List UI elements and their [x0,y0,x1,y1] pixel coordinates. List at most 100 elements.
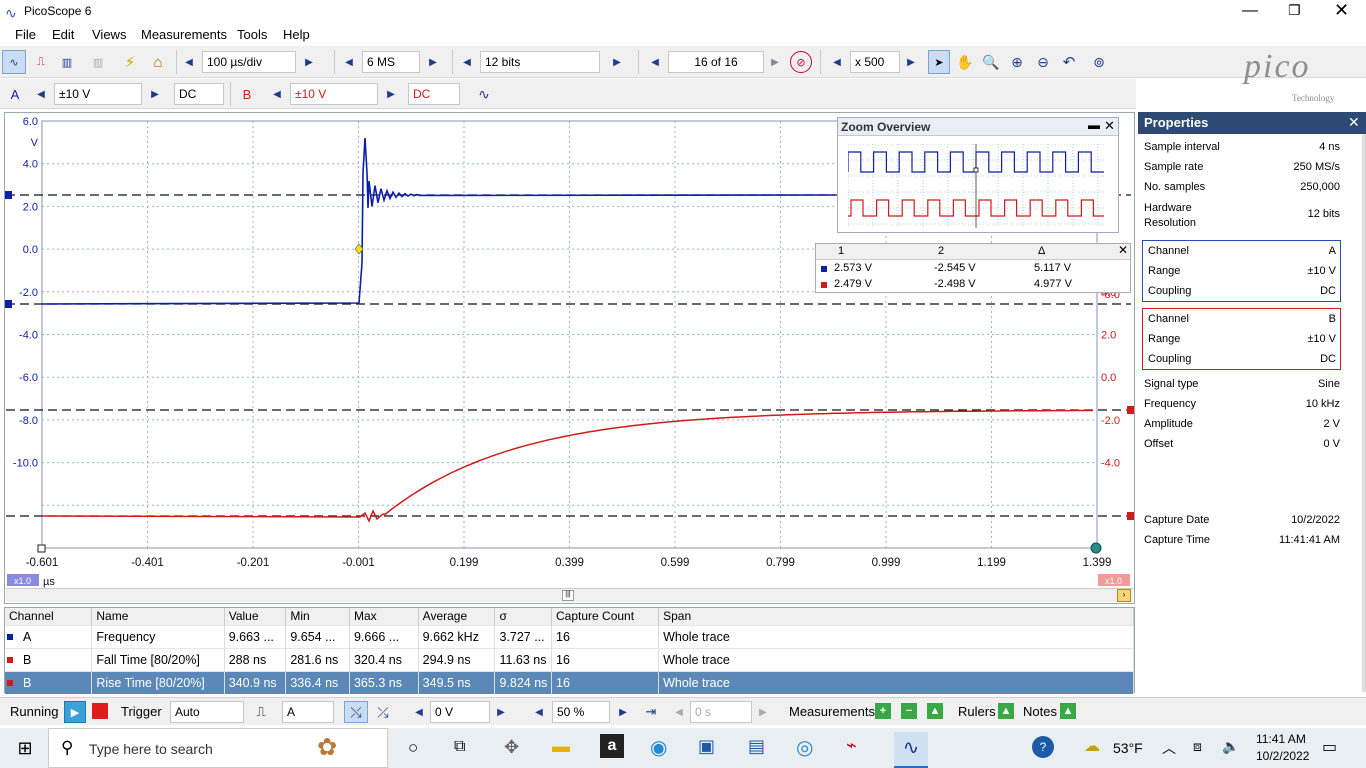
range-a-prev-arrow[interactable]: ◀ [32,83,50,105]
pretrigger-prev-arrow[interactable]: ◀ [530,701,548,723]
compass-icon[interactable]: ⊘ [790,51,812,73]
column-header[interactable]: Average [418,608,496,625]
table-row[interactable]: B Fall Time [80/20%] 288 ns 281.6 ns 320.4 n… [5,647,1134,671]
edit-measurement-button[interactable]: ▲ [927,703,943,719]
scope-view[interactable]: 6.04.02.00.0-2.0-4.0-6.0-8.0-10.0V-8.06.… [4,112,1135,604]
column-header[interactable]: σ [494,608,553,625]
range-a-select[interactable]: ±10 V [54,83,142,105]
range-b-prev-arrow[interactable]: ◀ [268,83,286,105]
samples-select[interactable]: 6 MS [362,51,420,73]
level-next-arrow[interactable]: ▶ [492,701,510,723]
table-row[interactable]: B Rise Time [80/20%] 340.9 ns 336.4 ns 365.3… [5,670,1134,694]
buffer-indicator[interactable]: 16 of 16 [668,51,764,73]
range-a-next-arrow[interactable]: ▶ [146,83,164,105]
notifications-icon[interactable]: ▭ [1322,737,1337,757]
timebase-next-arrow[interactable]: ▶ [300,51,318,73]
zoom-next-arrow[interactable]: ▶ [902,51,920,73]
stop-button[interactable] [92,703,108,719]
dropbox-icon[interactable]: ✥ [504,737,519,758]
rising-edge-icon[interactable]: ⤯ [344,701,368,723]
level-prev-arrow[interactable]: ◀ [410,701,428,723]
column-header[interactable]: Capture Count [551,608,660,625]
menu-tools[interactable]: Tools [237,27,267,42]
minimize-button[interactable]: — [1242,2,1258,20]
zoom-prev-arrow[interactable]: ◀ [828,51,846,73]
signal-generator-icon[interactable]: ∿ [472,83,496,105]
remove-measurement-button[interactable]: − [901,703,917,719]
trigger-advanced-icon[interactable]: ⎍ [250,701,272,723]
app-icon-3[interactable]: ◎ [796,735,813,760]
close-icon[interactable]: ✕ [1104,118,1115,134]
zoom-overview-panel[interactable]: Zoom Overview ▬ ✕ [837,117,1119,233]
column-header[interactable]: Channel [5,608,93,625]
minimize-icon[interactable]: ▬ [1088,118,1100,132]
timebase-prev-arrow[interactable]: ◀ [180,51,198,73]
scroll-right-button[interactable]: › [1117,589,1131,602]
resolution-prev-arrow[interactable]: ◀ [458,51,476,73]
menu-measurements[interactable]: Measurements [141,27,227,42]
weather-temp[interactable]: 53°F [1113,740,1143,756]
close-button[interactable]: ✕ [1334,0,1349,21]
hand-tool-icon[interactable]: ✋ [954,50,976,74]
menu-file[interactable]: File [15,27,36,42]
scope-mode-icon[interactable]: ∿ [2,50,26,74]
pretrigger-input[interactable]: 50 % [552,701,610,723]
measurements-table[interactable]: Channel Name Value Min Max Average σ Capture Co… [4,607,1135,694]
persistence-mode-icon[interactable]: ⎍ [30,50,52,74]
range-b-next-arrow[interactable]: ▶ [382,83,400,105]
falling-edge-icon[interactable]: ⤰ [372,701,394,723]
channel-b-button[interactable]: B [236,83,258,105]
pointer-tool-icon[interactable]: ➤ [928,50,950,74]
delay-icon[interactable]: ⇥ [640,701,662,723]
column-header[interactable]: Min [285,608,350,625]
speaker-icon[interactable]: 🔈 [1222,738,1239,755]
app-icon-1[interactable]: ▣ [698,736,715,757]
trigger-level-input[interactable]: 0 V [430,701,490,723]
trigger-mode-select[interactable]: Auto [170,701,244,723]
clock-date[interactable]: 10/2/2022 [1256,749,1309,763]
buffer-next-arrow[interactable]: ▶ [766,51,784,73]
zoom-overview-graph[interactable] [848,144,1110,228]
zoom-in-icon[interactable]: ⊕ [1006,50,1028,74]
undo-zoom-icon[interactable]: ↶ [1058,50,1080,74]
help-tray-icon[interactable]: ? [1032,736,1054,758]
notes-button[interactable]: ▲ [1060,703,1076,719]
column-header[interactable]: Max [349,608,419,625]
menu-edit[interactable]: Edit [52,27,74,42]
resolution-select[interactable]: 12 bits [480,51,600,73]
maximize-button[interactable]: ❐ [1288,2,1301,19]
column-header[interactable]: Value [224,608,287,625]
spectrum-mode-icon[interactable]: ▥ [55,50,79,74]
clock-time[interactable]: 11:41 AM [1256,732,1306,746]
trigger-source-select[interactable]: A [282,701,334,723]
samples-next-arrow[interactable]: ▶ [424,51,442,73]
ltspice-icon[interactable]: ⌁ [846,735,857,756]
ruler-close-icon[interactable]: ✕ [1118,243,1128,257]
timebase-select[interactable]: 100 µs/div [202,51,296,73]
picoscope-taskbar-icon[interactable]: ∿ [894,732,928,768]
coupling-b-select[interactable]: DC [408,83,460,105]
table-row[interactable]: A Frequency 9.663 ... 9.654 ... 9.666 ... 9.6… [5,624,1134,648]
menu-help[interactable]: Help [283,27,310,42]
range-b-select[interactable]: ±10 V [290,83,378,105]
zoom-area-icon[interactable]: 🔍 [980,50,1002,74]
coupling-a-select[interactable]: DC [174,83,224,105]
column-header[interactable]: Span [658,608,1134,625]
resolution-next-arrow[interactable]: ▶ [608,51,626,73]
edge-icon[interactable]: ◉ [650,735,667,760]
search-box[interactable]: ⚲ Type here to search ✿ [48,728,388,768]
cortana-icon[interactable]: ○ [408,738,418,758]
app-icon-2[interactable]: ▤ [748,736,765,757]
run-button[interactable]: ▶ [64,701,86,723]
lightning-icon[interactable]: ⚡ [118,50,142,74]
file-explorer-icon[interactable]: ▬ [552,736,570,757]
task-view-icon[interactable]: ⧉ [454,738,465,756]
chevron-up-icon[interactable]: ︿ [1162,738,1176,758]
pretrigger-next-arrow[interactable]: ▶ [614,701,632,723]
column-header[interactable]: Name [91,608,225,625]
buffer-prev-arrow[interactable]: ◀ [646,51,664,73]
windows-start-icon[interactable]: ⊞ [14,737,36,759]
samples-prev-arrow[interactable]: ◀ [340,51,358,73]
channel-a-button[interactable]: A [4,83,26,105]
zoom-fit-icon[interactable]: ⊚ [1088,50,1110,74]
